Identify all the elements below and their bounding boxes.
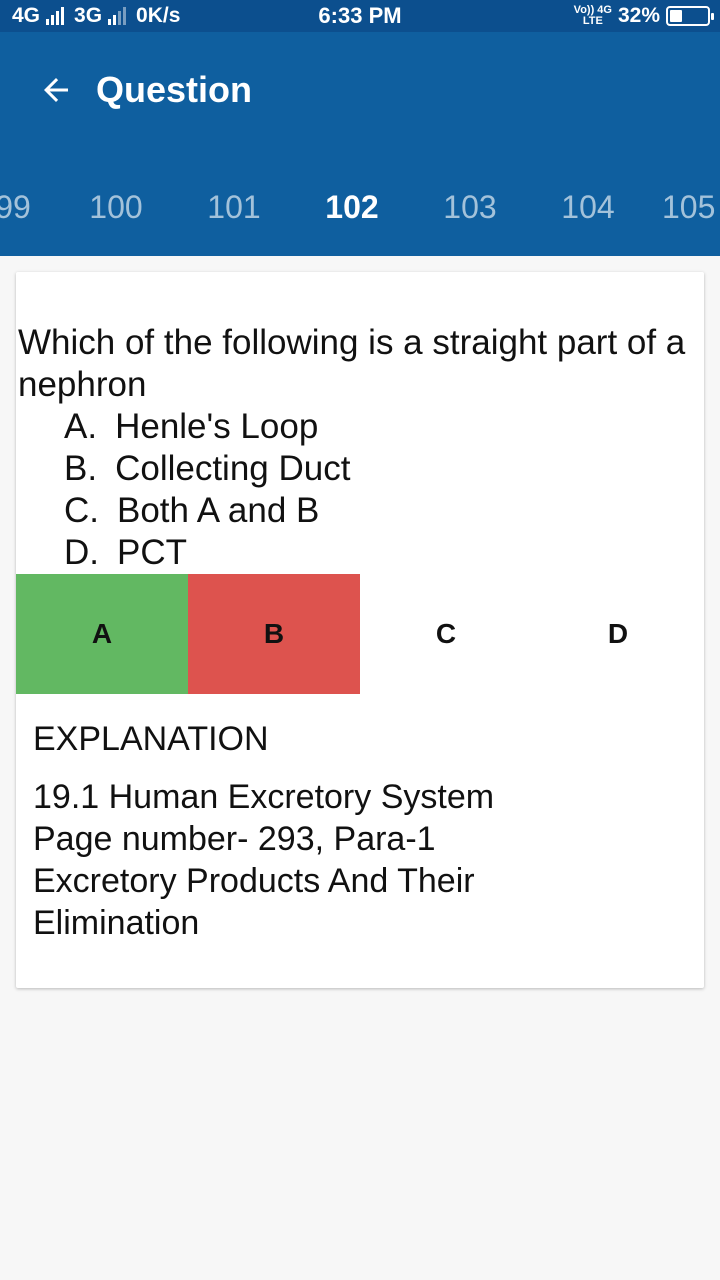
option-a: A. Henle's Loop xyxy=(64,406,350,448)
explanation-line: Excretory Products And Their xyxy=(33,862,475,900)
battery-icon xyxy=(666,6,714,26)
back-button[interactable] xyxy=(32,66,80,114)
page-title: Question xyxy=(96,69,253,110)
option-d: D. PCT xyxy=(64,532,350,574)
tab-104[interactable]: 104 xyxy=(529,182,647,232)
battery-fill xyxy=(670,10,682,22)
arrow-left-icon xyxy=(44,78,68,102)
option-text: Both A and B xyxy=(117,491,320,530)
status-bar: 4G 3G 0K/s 6:33 PM Vo)) 4G LTE 32% xyxy=(0,0,720,32)
explanation-line: 19.1 Human Excretory System xyxy=(33,778,495,816)
explanation-title: EXPLANATION xyxy=(33,720,269,758)
app-bar: Question 99 100 101 102 103 104 105 xyxy=(0,32,720,256)
volte-bottom-text: LTE xyxy=(582,15,603,27)
explanation-body: 19.1 Human Excretory System Page number-… xyxy=(33,776,693,944)
explanation-line: Page number- 293, Para-1 xyxy=(33,820,436,858)
option-letter: A. xyxy=(64,407,98,446)
explanation-line: Elimination xyxy=(33,904,200,942)
option-b: B. Collecting Duct xyxy=(64,448,350,490)
status-right: Vo)) 4G LTE 32% xyxy=(574,0,714,32)
option-letter: D. xyxy=(64,533,99,572)
answer-button-a[interactable]: A xyxy=(16,574,188,694)
question-card: Which of the following is a straight par… xyxy=(16,272,704,988)
tab-105[interactable]: 105 xyxy=(662,182,720,232)
answer-button-b[interactable]: B xyxy=(188,574,360,694)
question-text: Which of the following is a straight par… xyxy=(18,323,686,404)
option-letter: C. xyxy=(64,491,99,530)
tab-101[interactable]: 101 xyxy=(175,182,293,232)
answer-button-d[interactable]: D xyxy=(532,574,704,694)
answer-button-c[interactable]: C xyxy=(360,574,532,694)
options-list: A. Henle's Loop B. Collecting Duct C. Bo… xyxy=(64,406,350,574)
tab-100[interactable]: 100 xyxy=(57,182,175,232)
tab-103[interactable]: 103 xyxy=(411,182,529,232)
option-text: Henle's Loop xyxy=(115,407,319,446)
battery-percent: 32% xyxy=(617,4,660,27)
tab-102[interactable]: 102 xyxy=(293,182,411,232)
answer-buttons: A B C D xyxy=(16,574,704,694)
option-text: Collecting Duct xyxy=(115,449,351,488)
option-letter: B. xyxy=(64,449,98,488)
question-number-tabs: 99 100 101 102 103 104 105 xyxy=(0,182,720,232)
option-text: PCT xyxy=(117,533,187,572)
option-c: C. Both A and B xyxy=(64,490,350,532)
volte-indicator: Vo)) 4G LTE xyxy=(574,5,612,27)
